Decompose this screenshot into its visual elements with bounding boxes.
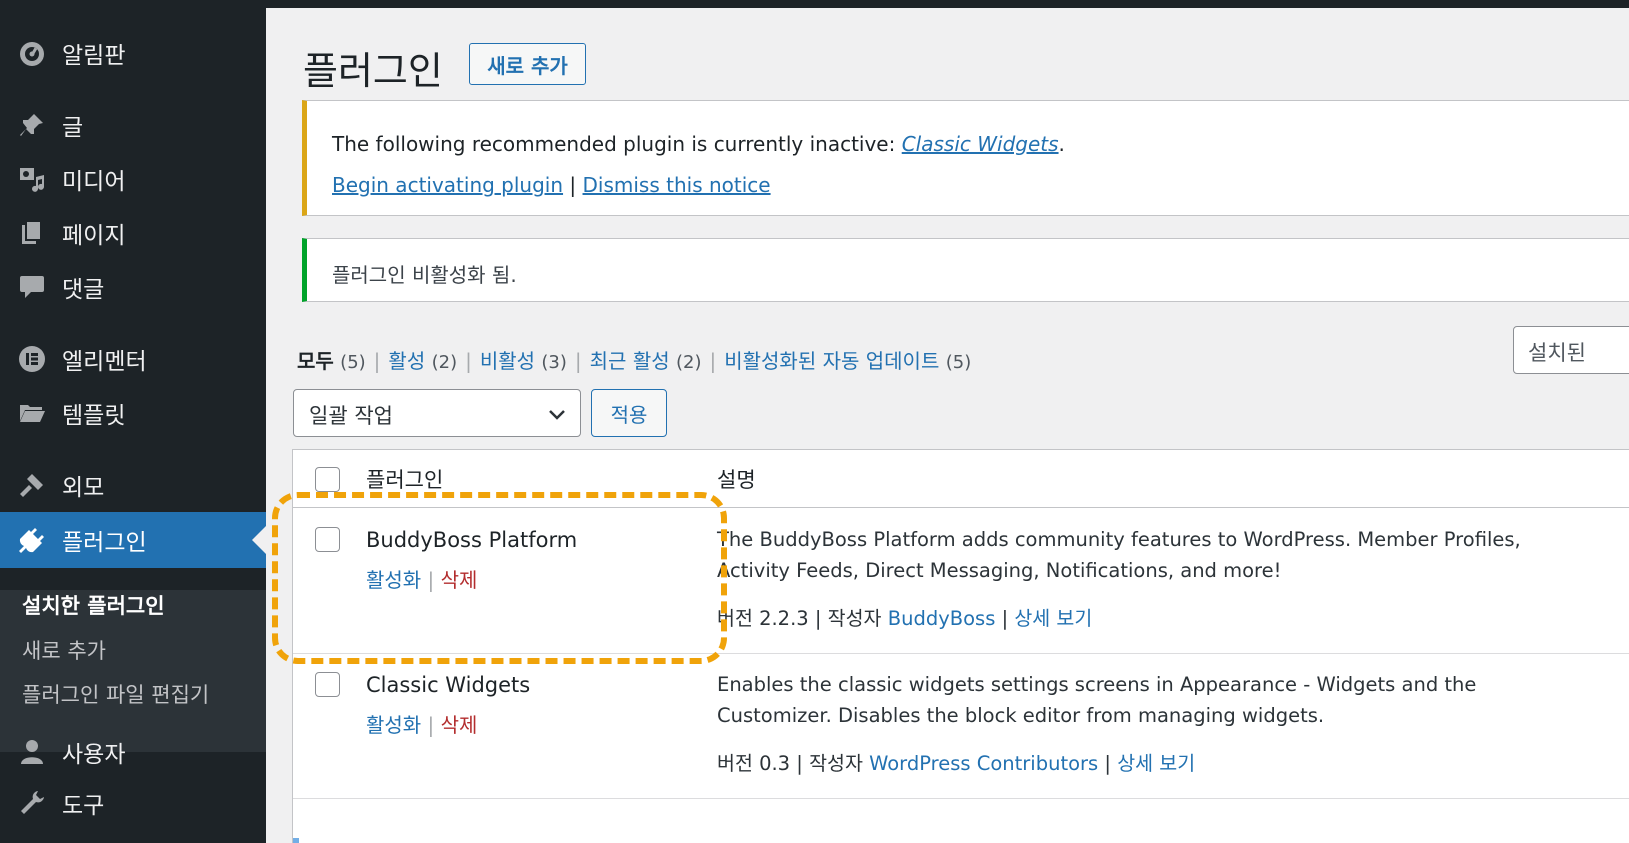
row-divider — [293, 653, 1629, 654]
sidebar-item-tools[interactable]: 도구 — [0, 778, 266, 828]
sidebar-item-label: 댓글 — [62, 277, 105, 303]
dashboard-icon — [16, 37, 48, 69]
row-divider — [293, 798, 1629, 799]
dismiss-notice-link[interactable]: Dismiss this notice — [583, 173, 771, 197]
sidebar-item-label: 알림판 — [62, 43, 126, 69]
notice-message: The following recommended plugin is curr… — [332, 132, 1065, 156]
apply-button[interactable]: 적용 — [591, 389, 667, 437]
sidebar-item-label: 템플릿 — [62, 403, 126, 429]
author-link[interactable]: BuddyBoss — [888, 607, 996, 630]
sidebar-item-pages[interactable]: 페이지 — [0, 208, 266, 258]
column-header-description: 설명 — [717, 468, 756, 492]
submenu-add-new[interactable]: 새로 추가 — [22, 635, 106, 665]
main-content: 플러그인 새로 추가 The following recommended plu… — [266, 8, 1629, 843]
plugin-status-filters: 모두 (5) | 활성 (2) | 비활성 (3) | 최근 활성 (2) | 비활성화된 자동… — [297, 349, 972, 373]
activate-link[interactable]: 활성화 — [366, 713, 421, 737]
plugin-icon — [16, 524, 48, 556]
recommended-plugin-notice: The following recommended plugin is curr… — [302, 100, 1629, 216]
admin-sidebar: 알림판 글 미디어 페이지 댓글 엘리멘터 템플릿 외모 플러그인 설치한 플러… — [0, 0, 266, 843]
sidebar-item-label: 페이지 — [62, 223, 126, 249]
sidebar-item-label: 글 — [62, 115, 84, 141]
view-details-link[interactable]: 상세 보기 — [1014, 607, 1092, 630]
sidebar-item-posts[interactable]: 글 — [0, 100, 266, 150]
deactivated-message: 플러그인 비활성화 됨. — [332, 263, 517, 287]
filter-inactive[interactable]: 비활성 — [480, 349, 535, 373]
media-icon — [16, 163, 48, 195]
sidebar-item-dashboard[interactable]: 알림판 — [0, 28, 266, 78]
user-icon — [16, 736, 48, 768]
tools-icon — [16, 787, 48, 819]
select-all-checkbox[interactable] — [315, 467, 340, 492]
sidebar-item-templates[interactable]: 템플릿 — [0, 388, 266, 438]
next-row-indicator — [293, 838, 299, 843]
plugin-name: BuddyBoss Platform — [366, 528, 578, 552]
plugin-description: The BuddyBoss Platform adds community fe… — [717, 528, 1521, 582]
bulk-action-value: 일괄 작업 — [309, 404, 393, 428]
classic-widgets-link[interactable]: Classic Widgets — [902, 132, 1059, 156]
row-checkbox[interactable] — [315, 527, 340, 552]
author-link[interactable]: WordPress Contributors — [869, 752, 1098, 775]
filter-inactive-count: (3) — [541, 352, 567, 373]
chevron-down-icon — [548, 404, 566, 422]
pages-icon — [16, 217, 48, 249]
plugins-table: 플러그인 설명 BuddyBoss Platform 활성화 | 삭제 The … — [292, 449, 1629, 843]
activate-link[interactable]: 활성화 — [366, 568, 421, 592]
row-actions: 활성화 | 삭제 — [366, 713, 478, 737]
submenu-installed-plugins[interactable]: 설치한 플러그인 — [22, 590, 165, 620]
elementor-icon — [16, 343, 48, 375]
sidebar-item-label: 도구 — [62, 793, 105, 819]
pin-icon — [16, 109, 48, 141]
plugin-name: Classic Widgets — [366, 673, 531, 697]
page-title: 플러그인 — [303, 49, 443, 93]
sidebar-item-label: 사용자 — [62, 742, 126, 768]
bulk-action-select[interactable]: 일괄 작업 — [293, 389, 581, 437]
sidebar-item-label: 외모 — [62, 475, 105, 501]
filter-autoupdate-count: (5) — [945, 352, 972, 373]
sidebar-item-label: 플러그인 — [62, 530, 147, 556]
notice-divider: | — [569, 173, 577, 197]
sidebar-item-label: 엘리멘터 — [62, 349, 147, 375]
delete-link[interactable]: 삭제 — [441, 713, 478, 737]
sidebar-item-label: 미디어 — [62, 169, 126, 195]
search-installed-plugins-button[interactable]: 설치된 — [1513, 326, 1629, 374]
brush-icon — [16, 469, 48, 501]
add-new-button[interactable]: 새로 추가 — [469, 43, 586, 85]
folder-icon — [16, 397, 48, 429]
filter-recent-count: (2) — [675, 352, 702, 373]
begin-activating-link[interactable]: Begin activating plugin — [332, 173, 563, 197]
column-header-plugin: 플러그인 — [366, 468, 444, 492]
delete-link[interactable]: 삭제 — [441, 568, 478, 592]
notice-actions: Begin activating plugin | Dismiss this n… — [332, 173, 771, 197]
filter-active-count: (2) — [431, 352, 458, 373]
filter-all[interactable]: 모두 — [297, 349, 334, 373]
deactivated-notice: 플러그인 비활성화 됨. — [302, 238, 1629, 302]
view-details-link[interactable]: 상세 보기 — [1117, 752, 1195, 775]
sidebar-item-comments[interactable]: 댓글 — [0, 262, 266, 312]
filter-all-count: (5) — [340, 352, 366, 373]
comment-icon — [16, 271, 48, 303]
row-checkbox[interactable] — [315, 672, 340, 697]
sidebar-item-plugins[interactable]: 플러그인 — [0, 512, 266, 568]
sidebar-item-elementor[interactable]: 엘리멘터 — [0, 334, 266, 384]
plugin-description: Enables the classic widgets settings scr… — [717, 673, 1477, 727]
filter-recently-active[interactable]: 최근 활성 — [590, 349, 670, 373]
plugin-meta: 버전 2.2.3 | 작성자 BuddyBoss | 상세 보기 — [717, 607, 1093, 630]
filter-active[interactable]: 활성 — [388, 349, 425, 373]
sidebar-item-appearance[interactable]: 외모 — [0, 460, 266, 510]
sidebar-item-users[interactable]: 사용자 — [0, 727, 266, 777]
table-header: 플러그인 설명 — [293, 450, 1629, 508]
submenu-plugin-editor[interactable]: 플러그인 파일 편집기 — [22, 679, 209, 709]
row-actions: 활성화 | 삭제 — [366, 568, 478, 592]
filter-auto-update-disabled[interactable]: 비활성화된 자동 업데이트 — [724, 349, 939, 373]
plugin-meta: 버전 0.3 | 작성자 WordPress Contributors | 상세… — [717, 752, 1196, 775]
sidebar-item-media[interactable]: 미디어 — [0, 154, 266, 204]
